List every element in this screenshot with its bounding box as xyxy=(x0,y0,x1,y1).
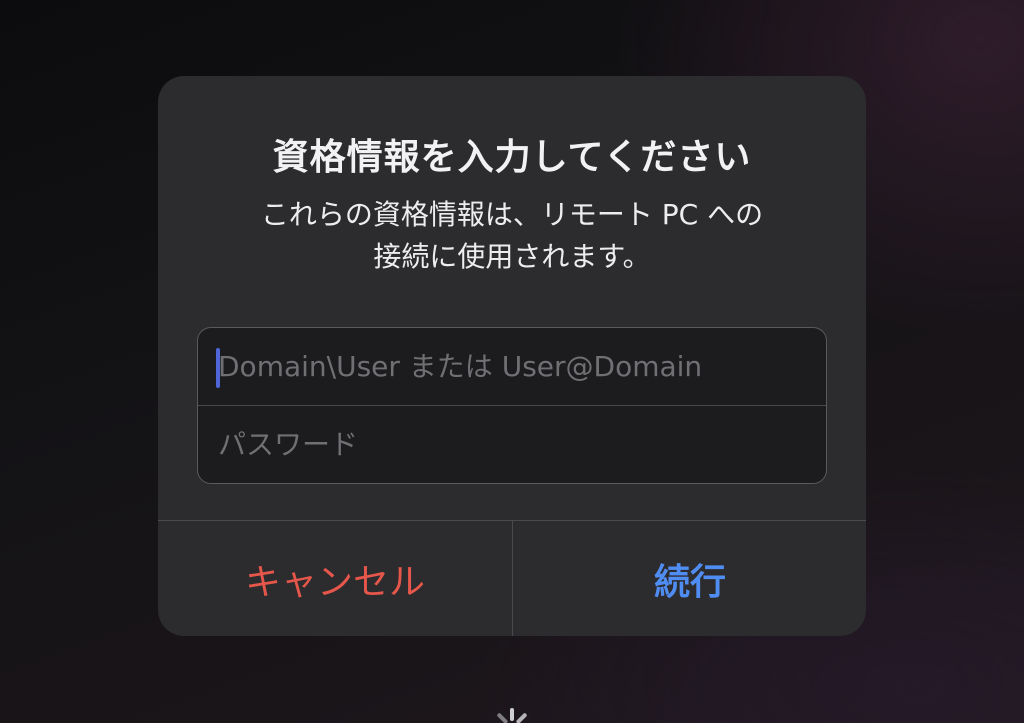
password-input[interactable] xyxy=(198,406,826,483)
cancel-button[interactable]: キャンセル xyxy=(158,521,512,636)
username-input[interactable] xyxy=(198,328,826,405)
dialog-message: これらの資格情報は、リモート PC への 接続に使用されます。 xyxy=(218,194,806,278)
dialog-message-line-2: 接続に使用されます。 xyxy=(373,240,651,273)
spinner-icon xyxy=(497,708,527,723)
continue-button[interactable]: 続行 xyxy=(513,521,866,636)
dialog-message-line-1: これらの資格情報は、リモート PC への xyxy=(260,198,764,231)
dialog-title: 資格情報を入力してください xyxy=(272,137,752,178)
text-cursor xyxy=(216,348,220,388)
credentials-dialog: 資格情報を入力してください これらの資格情報は、リモート PC への 接続に使用… xyxy=(158,76,866,636)
credential-fields xyxy=(197,327,827,484)
